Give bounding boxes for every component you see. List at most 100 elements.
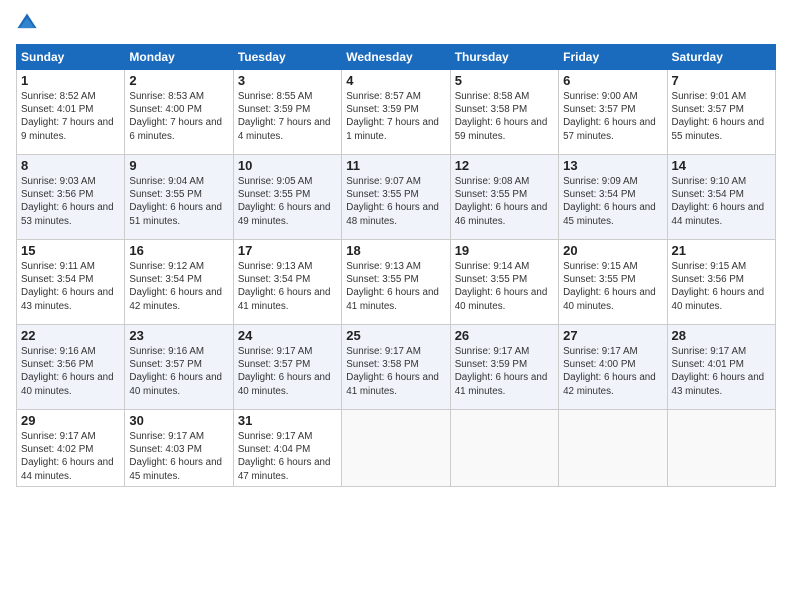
day-number: 29 bbox=[21, 413, 120, 428]
day-detail: Sunrise: 9:15 AMSunset: 3:56 PMDaylight:… bbox=[672, 260, 771, 313]
day-detail: Sunrise: 9:17 AMSunset: 3:58 PMDaylight:… bbox=[346, 345, 445, 398]
day-number: 15 bbox=[21, 243, 120, 258]
day-number: 16 bbox=[129, 243, 228, 258]
calendar-cell: 7 Sunrise: 9:01 AMSunset: 3:57 PMDaylight… bbox=[667, 70, 775, 155]
calendar-cell: 19Sunrise: 9:14 AMSunset: 3:55 PMDayligh… bbox=[450, 240, 558, 325]
day-detail: Sunrise: 9:01 AMSunset: 3:57 PMDaylight:… bbox=[672, 90, 771, 143]
calendar-cell: 2 Sunrise: 8:53 AMSunset: 4:00 PMDaylight… bbox=[125, 70, 233, 155]
calendar-cell: 17 Sunrise: 9:13 AMSunset: 3:54 PMDayligh… bbox=[233, 240, 341, 325]
day-detail: Sunrise: 9:16 AMSunset: 3:57 PMDaylight:… bbox=[129, 345, 228, 398]
day-detail: Sunrise: 9:13 AMSunset: 3:54 PMDaylight:… bbox=[238, 260, 337, 313]
day-detail: Sunrise: 8:53 AMSunset: 4:00 PMDaylight:… bbox=[129, 90, 228, 143]
day-number: 26 bbox=[455, 328, 554, 343]
calendar-cell: 21 Sunrise: 9:15 AMSunset: 3:56 PMDayligh… bbox=[667, 240, 775, 325]
calendar-cell: 11 Sunrise: 9:07 AMSunset: 3:55 PMDayligh… bbox=[342, 155, 450, 240]
calendar-cell: 16 Sunrise: 9:12 AMSunset: 3:54 PMDayligh… bbox=[125, 240, 233, 325]
calendar-cell: 20 Sunrise: 9:15 AMSunset: 3:55 PMDayligh… bbox=[559, 240, 667, 325]
day-detail: Sunrise: 9:17 AMSunset: 3:59 PMDaylight:… bbox=[455, 345, 554, 398]
col-header-tuesday: Tuesday bbox=[233, 45, 341, 70]
day-number: 23 bbox=[129, 328, 228, 343]
day-detail: Sunrise: 9:05 AMSunset: 3:55 PMDaylight:… bbox=[238, 175, 337, 228]
calendar-week-row: 8 Sunrise: 9:03 AMSunset: 3:56 PMDaylight… bbox=[17, 155, 776, 240]
day-detail: Sunrise: 9:17 AMSunset: 4:03 PMDaylight:… bbox=[129, 430, 228, 483]
day-number: 28 bbox=[672, 328, 771, 343]
day-detail: Sunrise: 9:10 AMSunset: 3:54 PMDaylight:… bbox=[672, 175, 771, 228]
day-number: 8 bbox=[21, 158, 120, 173]
day-detail: Sunrise: 9:17 AMSunset: 3:57 PMDaylight:… bbox=[238, 345, 337, 398]
day-number: 11 bbox=[346, 158, 445, 173]
day-number: 3 bbox=[238, 73, 337, 88]
calendar-cell: 25 Sunrise: 9:17 AMSunset: 3:58 PMDayligh… bbox=[342, 325, 450, 410]
calendar-cell: 14 Sunrise: 9:10 AMSunset: 3:54 PMDayligh… bbox=[667, 155, 775, 240]
calendar-cell: 1 Sunrise: 8:52 AMSunset: 4:01 PMDaylight… bbox=[17, 70, 125, 155]
calendar-cell: 5 Sunrise: 8:58 AMSunset: 3:58 PMDaylight… bbox=[450, 70, 558, 155]
day-detail: Sunrise: 9:09 AMSunset: 3:54 PMDaylight:… bbox=[563, 175, 662, 228]
day-detail: Sunrise: 9:17 AMSunset: 4:02 PMDaylight:… bbox=[21, 430, 120, 483]
day-detail: Sunrise: 9:17 AMSunset: 4:00 PMDaylight:… bbox=[563, 345, 662, 398]
col-header-sunday: Sunday bbox=[17, 45, 125, 70]
day-number: 2 bbox=[129, 73, 228, 88]
calendar-table: SundayMondayTuesdayWednesdayThursdayFrid… bbox=[16, 44, 776, 487]
calendar-cell bbox=[450, 410, 558, 487]
day-number: 17 bbox=[238, 243, 337, 258]
day-detail: Sunrise: 8:55 AMSunset: 3:59 PMDaylight:… bbox=[238, 90, 337, 143]
day-detail: Sunrise: 9:03 AMSunset: 3:56 PMDaylight:… bbox=[21, 175, 120, 228]
day-detail: Sunrise: 8:57 AMSunset: 3:59 PMDaylight:… bbox=[346, 90, 445, 143]
col-header-thursday: Thursday bbox=[450, 45, 558, 70]
day-number: 12 bbox=[455, 158, 554, 173]
day-number: 19 bbox=[455, 243, 554, 258]
calendar-cell: 27 Sunrise: 9:17 AMSunset: 4:00 PMDayligh… bbox=[559, 325, 667, 410]
calendar-cell: 4 Sunrise: 8:57 AMSunset: 3:59 PMDaylight… bbox=[342, 70, 450, 155]
day-number: 30 bbox=[129, 413, 228, 428]
day-detail: Sunrise: 9:17 AMSunset: 4:04 PMDaylight:… bbox=[238, 430, 337, 483]
day-detail: Sunrise: 8:52 AMSunset: 4:01 PMDaylight:… bbox=[21, 90, 120, 143]
page-container: SundayMondayTuesdayWednesdayThursdayFrid… bbox=[0, 0, 792, 497]
calendar-cell: 15Sunrise: 9:11 AMSunset: 3:54 PMDayligh… bbox=[17, 240, 125, 325]
day-detail: Sunrise: 9:00 AMSunset: 3:57 PMDaylight:… bbox=[563, 90, 662, 143]
day-detail: Sunrise: 9:17 AMSunset: 4:01 PMDaylight:… bbox=[672, 345, 771, 398]
day-number: 14 bbox=[672, 158, 771, 173]
day-number: 5 bbox=[455, 73, 554, 88]
calendar-cell: 30 Sunrise: 9:17 AMSunset: 4:03 PMDayligh… bbox=[125, 410, 233, 487]
day-detail: Sunrise: 8:58 AMSunset: 3:58 PMDaylight:… bbox=[455, 90, 554, 143]
day-number: 31 bbox=[238, 413, 337, 428]
day-number: 1 bbox=[21, 73, 120, 88]
calendar-week-row: 15Sunrise: 9:11 AMSunset: 3:54 PMDayligh… bbox=[17, 240, 776, 325]
day-detail: Sunrise: 9:16 AMSunset: 3:56 PMDaylight:… bbox=[21, 345, 120, 398]
day-number: 21 bbox=[672, 243, 771, 258]
day-number: 6 bbox=[563, 73, 662, 88]
day-number: 4 bbox=[346, 73, 445, 88]
calendar-cell: 13Sunrise: 9:09 AMSunset: 3:54 PMDayligh… bbox=[559, 155, 667, 240]
logo bbox=[16, 12, 42, 34]
calendar-cell: 6 Sunrise: 9:00 AMSunset: 3:57 PMDaylight… bbox=[559, 70, 667, 155]
calendar-header-row: SundayMondayTuesdayWednesdayThursdayFrid… bbox=[17, 45, 776, 70]
calendar-week-row: 22Sunrise: 9:16 AMSunset: 3:56 PMDayligh… bbox=[17, 325, 776, 410]
calendar-cell: 3 Sunrise: 8:55 AMSunset: 3:59 PMDaylight… bbox=[233, 70, 341, 155]
calendar-week-row: 29 Sunrise: 9:17 AMSunset: 4:02 PMDayligh… bbox=[17, 410, 776, 487]
calendar-cell bbox=[559, 410, 667, 487]
calendar-cell: 12Sunrise: 9:08 AMSunset: 3:55 PMDayligh… bbox=[450, 155, 558, 240]
day-number: 7 bbox=[672, 73, 771, 88]
day-detail: Sunrise: 9:04 AMSunset: 3:55 PMDaylight:… bbox=[129, 175, 228, 228]
calendar-week-row: 1 Sunrise: 8:52 AMSunset: 4:01 PMDaylight… bbox=[17, 70, 776, 155]
day-number: 10 bbox=[238, 158, 337, 173]
calendar-cell: 31 Sunrise: 9:17 AMSunset: 4:04 PMDayligh… bbox=[233, 410, 341, 487]
day-detail: Sunrise: 9:12 AMSunset: 3:54 PMDaylight:… bbox=[129, 260, 228, 313]
col-header-friday: Friday bbox=[559, 45, 667, 70]
day-number: 27 bbox=[563, 328, 662, 343]
col-header-monday: Monday bbox=[125, 45, 233, 70]
calendar-cell: 9Sunrise: 9:04 AMSunset: 3:55 PMDaylight… bbox=[125, 155, 233, 240]
calendar-cell: 29 Sunrise: 9:17 AMSunset: 4:02 PMDayligh… bbox=[17, 410, 125, 487]
calendar-cell bbox=[342, 410, 450, 487]
calendar-cell bbox=[667, 410, 775, 487]
calendar-cell: 8 Sunrise: 9:03 AMSunset: 3:56 PMDaylight… bbox=[17, 155, 125, 240]
calendar-cell: 24 Sunrise: 9:17 AMSunset: 3:57 PMDayligh… bbox=[233, 325, 341, 410]
day-number: 24 bbox=[238, 328, 337, 343]
day-number: 18 bbox=[346, 243, 445, 258]
day-number: 20 bbox=[563, 243, 662, 258]
calendar-cell: 26 Sunrise: 9:17 AMSunset: 3:59 PMDayligh… bbox=[450, 325, 558, 410]
day-detail: Sunrise: 9:15 AMSunset: 3:55 PMDaylight:… bbox=[563, 260, 662, 313]
day-detail: Sunrise: 9:07 AMSunset: 3:55 PMDaylight:… bbox=[346, 175, 445, 228]
calendar-cell: 28 Sunrise: 9:17 AMSunset: 4:01 PMDayligh… bbox=[667, 325, 775, 410]
day-number: 25 bbox=[346, 328, 445, 343]
